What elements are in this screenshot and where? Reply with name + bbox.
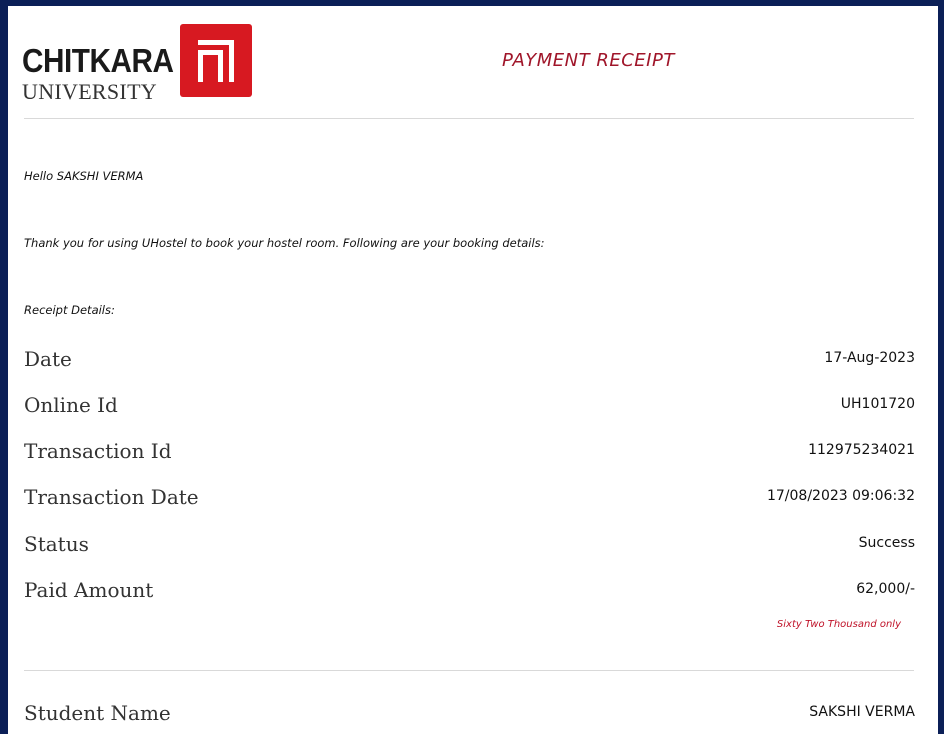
detail-value: 112975234021	[808, 442, 915, 458]
receipt-page: CHITKARA UNIVERSITY PAYMENT RECEIPT Hell…	[0, 0, 944, 734]
detail-label: Paid Amount	[24, 578, 154, 602]
detail-value: 17/08/2023 09:06:32	[766, 488, 915, 504]
detail-label: Status	[24, 532, 89, 556]
logo-subtitle: UNIVERSITY	[22, 79, 157, 104]
intro-text: Thank you for using UHostel to book your…	[24, 236, 545, 250]
chitkara-logo-icon	[180, 24, 252, 97]
detail-row-online-id: Online Id UH101720	[24, 393, 915, 425]
detail-label: Transaction Id	[24, 439, 172, 463]
receipt-title: PAYMENT RECEIPT	[502, 50, 675, 71]
detail-row-transaction-date: Transaction Date 17/08/2023 09:06:32	[24, 485, 915, 517]
amount-in-words: Sixty Two Thousand only	[776, 619, 901, 630]
detail-row-status: Status Success	[24, 532, 915, 564]
logo-name: CHITKARA	[22, 42, 174, 79]
detail-row-transaction-id: Transaction Id 112975234021	[24, 439, 915, 471]
header-divider	[24, 118, 914, 119]
receipt-details-heading: Receipt Details:	[24, 303, 115, 317]
university-logo: CHITKARA UNIVERSITY	[22, 20, 252, 104]
detail-label: Online Id	[24, 393, 118, 417]
detail-label: Date	[24, 347, 72, 371]
receipt-header: CHITKARA UNIVERSITY PAYMENT RECEIPT	[22, 20, 922, 110]
detail-value: UH101720	[840, 396, 915, 412]
detail-row-student-name: Student Name SAKSHI VERMA	[24, 701, 915, 733]
student-name-value: SAKSHI VERMA	[809, 704, 915, 720]
greeting-text: Hello SAKSHI VERMA	[24, 169, 144, 183]
detail-label: Transaction Date	[24, 485, 199, 509]
detail-value: 17-Aug-2023	[824, 350, 915, 366]
status-value: Success	[858, 535, 915, 551]
paid-amount-value: 62,000/-	[856, 581, 915, 597]
detail-row-date: Date 17-Aug-2023	[24, 347, 915, 379]
detail-label: Student Name	[24, 701, 171, 725]
detail-row-paid-amount: Paid Amount 62,000/-	[24, 578, 915, 610]
section-divider	[24, 670, 914, 671]
